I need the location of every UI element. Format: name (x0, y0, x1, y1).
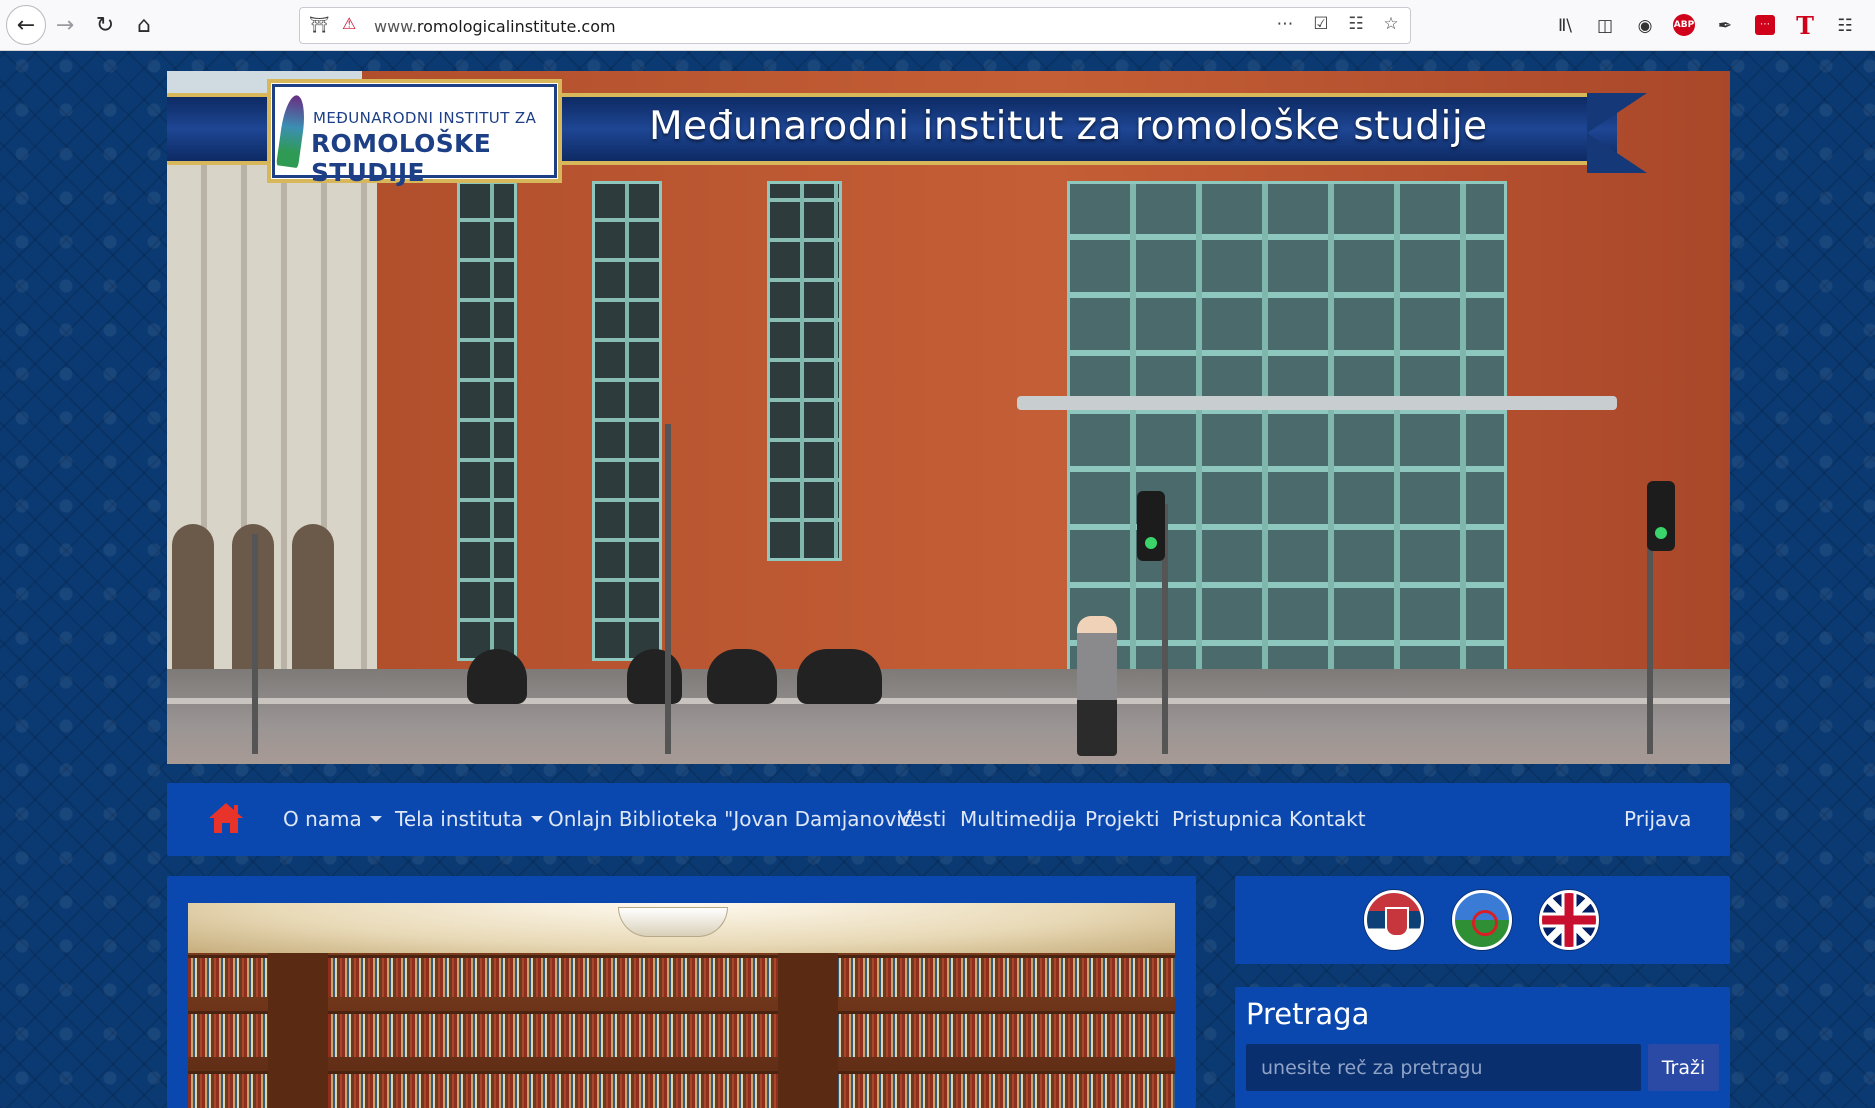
insecure-connection-icon[interactable]: ⚠ (342, 14, 364, 36)
traffic-light (1647, 481, 1675, 551)
nav-item-multimedija[interactable]: Multimedija (960, 807, 1077, 831)
motorcycle (467, 649, 527, 704)
logo-text-line1: MEĐUNARODNI INSTITUT ZA (313, 109, 537, 127)
motorcycle (797, 649, 882, 704)
adblock-plus-icon[interactable]: ABP (1673, 14, 1695, 36)
main-content-card (167, 876, 1196, 1108)
feather-icon (276, 93, 308, 169)
caret-down-icon (530, 815, 543, 822)
dropper-icon[interactable]: ✒ (1711, 12, 1739, 40)
logo-text-line2: ROMOLOŠKE STUDIJE (311, 129, 492, 187)
ellipsis-icon[interactable]: ⋯ (1273, 14, 1297, 38)
translate-icon[interactable]: ☷ (1344, 14, 1368, 38)
tracking-shield-icon[interactable]: ⛩ (309, 15, 329, 37)
shelf-pillar (778, 953, 838, 1108)
serbian-flag-icon[interactable] (1364, 890, 1424, 950)
institute-logo[interactable]: MEĐUNARODNI INSTITUT ZA ROMOLOŠKE STUDIJ… (267, 79, 562, 187)
browser-toolbar: ← → ↻ ⌂ ⛩ ⚠ www.romologicalinstitute.com… (0, 0, 1875, 51)
shelf-pillar (268, 953, 328, 1108)
nav-item-vesti[interactable]: Vesti (898, 807, 946, 831)
street (167, 669, 1730, 764)
nav-item-projekti[interactable]: Projekti (1085, 807, 1160, 831)
sidebar-icon[interactable]: ◫ (1591, 12, 1619, 40)
extension-disk-icon[interactable]: ◉ (1631, 12, 1659, 40)
site-title: Međunarodni institut za romološke studij… (649, 104, 1488, 149)
bookshelf-row (188, 1011, 1175, 1057)
home-icon[interactable] (207, 801, 245, 835)
search-input[interactable] (1246, 1044, 1641, 1091)
arch (172, 524, 214, 674)
header-banner: Međunarodni institut za romološke studij… (167, 71, 1730, 764)
forward-arrow-icon[interactable]: → (48, 8, 82, 42)
back-arrow-icon[interactable]: ← (6, 5, 46, 45)
library-photo (188, 903, 1175, 1108)
arch (292, 524, 334, 674)
building-ledge (1017, 396, 1617, 410)
caret-down-icon (369, 815, 382, 822)
motorcycle (707, 649, 777, 704)
extension-red-icon[interactable]: ⋯ (1755, 15, 1775, 35)
t-extension-icon[interactable]: T (1791, 12, 1819, 40)
nav-item-o-nama[interactable]: O nama (283, 807, 382, 831)
main-navbar: O nama Tela instituta Onlajn Biblioteka … (167, 783, 1730, 856)
translate-extension-icon[interactable]: ☷ (1831, 12, 1859, 40)
search-panel: Pretraga Traži (1235, 987, 1730, 1108)
login-link[interactable]: Prijava (1624, 807, 1691, 831)
pocket-icon[interactable]: ☑ (1309, 14, 1333, 38)
star-icon[interactable]: ☆ (1379, 14, 1403, 38)
uk-flag-icon[interactable] (1539, 890, 1599, 950)
bookshelf-row (188, 955, 1175, 997)
home-icon[interactable]: ⌂ (127, 8, 161, 42)
window-column (592, 181, 662, 661)
language-selector (1235, 876, 1730, 964)
address-bar[interactable]: ⛩ ⚠ www.romologicalinstitute.com ⋯ ☑ ☷ ☆ (299, 7, 1411, 44)
library-icon[interactable]: Ⅱ\ (1551, 12, 1579, 40)
nav-item-kontakt[interactable]: Kontakt (1289, 807, 1366, 831)
traffic-light (1137, 491, 1165, 561)
library-chandelier (618, 907, 728, 937)
search-title: Pretraga (1246, 997, 1370, 1031)
url-text[interactable]: www.romologicalinstitute.com (374, 17, 616, 36)
search-button[interactable]: Traži (1648, 1044, 1719, 1091)
romani-flag-icon[interactable] (1452, 890, 1512, 950)
window-curtain-wall (1067, 181, 1507, 701)
curb (167, 698, 1730, 704)
window-column (767, 181, 842, 561)
lamp-post (665, 424, 671, 754)
nav-item-pristupnica[interactable]: Pristupnica (1172, 807, 1283, 831)
bookshelf-row (188, 1071, 1175, 1108)
ribbon-tail (1587, 93, 1647, 173)
nav-label: Tela instituta (395, 807, 523, 831)
motorcycle (627, 649, 682, 704)
nav-item-tela-instituta[interactable]: Tela instituta (395, 807, 543, 831)
nav-item-onlajn-biblioteka[interactable]: Onlajn Biblioteka "Jovan Damjanović" (548, 807, 922, 831)
reload-icon[interactable]: ↻ (88, 8, 122, 42)
pedestrian (1077, 616, 1117, 756)
window-column (457, 181, 517, 661)
nav-label: O nama (283, 807, 362, 831)
lamp-post (252, 534, 258, 754)
